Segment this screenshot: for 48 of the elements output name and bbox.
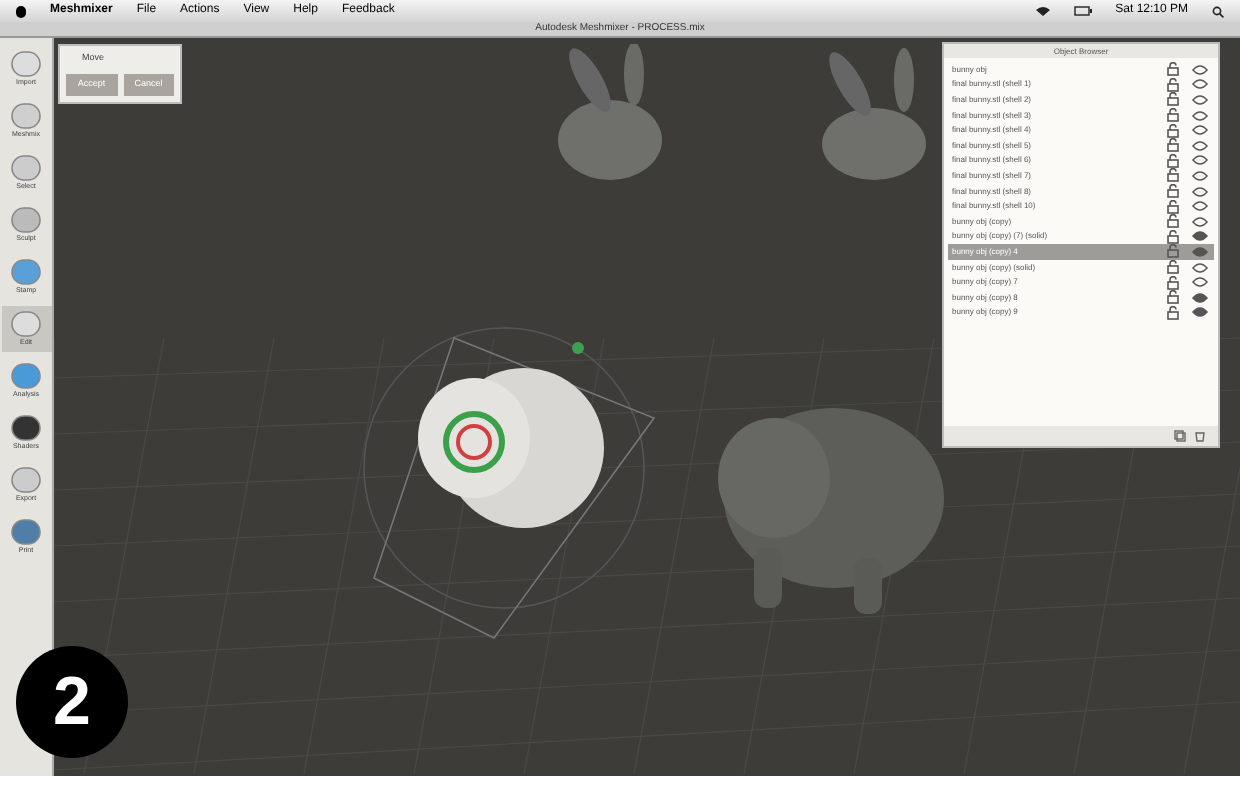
eye-icon[interactable] <box>1192 291 1208 304</box>
lock-icon[interactable] <box>1166 199 1180 214</box>
trash-icon[interactable] <box>1194 430 1206 442</box>
battery-icon[interactable] <box>1073 6 1092 16</box>
lock-icon[interactable] <box>1166 229 1180 244</box>
lock-icon[interactable] <box>1166 153 1180 168</box>
lock-icon[interactable] <box>1166 77 1180 92</box>
eye-icon[interactable] <box>1192 230 1208 243</box>
tool-icon <box>10 466 42 494</box>
lock-icon[interactable] <box>1166 290 1180 305</box>
tool-icon <box>10 206 42 234</box>
tool-icon <box>10 154 42 182</box>
apple-icon[interactable] <box>16 5 26 17</box>
tool-icon <box>10 310 42 338</box>
tool-icon <box>10 362 42 390</box>
lock-icon[interactable] <box>1166 214 1180 229</box>
search-icon[interactable] <box>1212 5 1224 17</box>
eye-icon[interactable] <box>1192 215 1208 228</box>
lock-icon[interactable] <box>1166 123 1180 138</box>
lock-icon[interactable] <box>1166 305 1180 320</box>
eye-icon[interactable] <box>1192 276 1208 289</box>
eye-icon[interactable] <box>1192 63 1208 76</box>
wifi-icon[interactable] <box>1035 6 1050 16</box>
lock-icon[interactable] <box>1166 62 1180 77</box>
lock-icon[interactable] <box>1166 260 1180 275</box>
eye-icon[interactable] <box>1192 261 1208 274</box>
eye-icon[interactable] <box>1192 139 1208 152</box>
lock-icon[interactable] <box>1166 138 1180 153</box>
tool-icon <box>10 258 42 286</box>
lock-icon[interactable] <box>1166 108 1180 123</box>
eye-icon[interactable] <box>1192 109 1208 122</box>
lock-icon[interactable] <box>1166 275 1180 290</box>
tool-icon <box>10 50 42 78</box>
eye-icon[interactable] <box>1192 78 1208 91</box>
eye-icon[interactable] <box>1192 200 1208 213</box>
eye-icon[interactable] <box>1192 185 1208 198</box>
tool-icon <box>10 518 42 546</box>
tool-icon <box>10 414 42 442</box>
eye-icon[interactable] <box>1192 124 1208 137</box>
eye-icon[interactable] <box>1192 93 1208 106</box>
eye-icon[interactable] <box>1192 169 1208 182</box>
eye-icon[interactable] <box>1192 154 1208 167</box>
lock-icon[interactable] <box>1166 184 1180 199</box>
duplicate-icon[interactable] <box>1174 430 1186 442</box>
lock-icon[interactable] <box>1166 92 1180 107</box>
lock-icon[interactable] <box>1166 168 1180 183</box>
eye-icon[interactable] <box>1192 306 1208 319</box>
tool-icon <box>10 102 42 130</box>
